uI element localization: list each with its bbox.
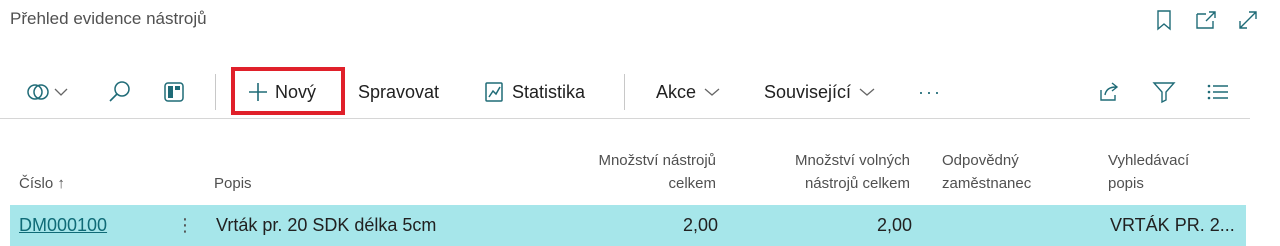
toolbar-divider: [215, 74, 216, 110]
chevron-down-icon: [704, 87, 720, 97]
bookmark-icon[interactable]: [1150, 6, 1178, 34]
new-button-highlight-box: [231, 67, 345, 115]
column-header-number[interactable]: Číslo ↑: [19, 172, 65, 195]
table-row[interactable]: DM000100 ⋮ Vrták pr. 20 SDK délka 5cm 2,…: [10, 205, 1246, 246]
action-bar: Nový Spravovat Statistika Akce Souvisejí…: [0, 66, 1250, 119]
more-options-button[interactable]: ···: [918, 66, 942, 118]
statistics-button[interactable]: Statistika: [484, 66, 585, 118]
search-description-value: VRTÁK PR. 2...: [1110, 215, 1235, 235]
page-title: Přehled evidence nástrojů: [10, 9, 207, 28]
share-button[interactable]: [1098, 66, 1122, 118]
row-actions-menu[interactable]: ⋮: [176, 205, 194, 246]
toolbar-divider: [624, 74, 625, 110]
views-menu-button[interactable]: [26, 66, 68, 118]
statistics-button-label: Statistika: [512, 81, 586, 102]
column-header-description[interactable]: Popis: [214, 172, 252, 195]
share-icon: [1098, 81, 1122, 103]
tool-description: Vrták pr. 20 SDK délka 5cm: [216, 215, 437, 235]
search-icon: [108, 80, 132, 104]
table-header: Číslo ↑ Popis Množství nástrojů celkem M…: [0, 118, 1250, 204]
filter-icon: [1152, 80, 1176, 104]
chevron-down-icon: [54, 87, 68, 97]
open-in-new-window-icon[interactable]: [1192, 6, 1220, 34]
actions-menu[interactable]: Akce: [656, 66, 720, 118]
statistics-icon: [484, 81, 504, 103]
free-tools-value: 2,00: [876, 215, 912, 235]
list-view-button[interactable]: [1206, 66, 1230, 118]
title-actions: [1150, 6, 1262, 34]
layout-button[interactable]: [163, 66, 185, 118]
layout-icon: [163, 81, 185, 103]
expand-icon[interactable]: [1234, 6, 1262, 34]
title-bar: Přehled evidence nástrojů: [0, 0, 1280, 44]
total-tools-value: 2,00: [682, 215, 718, 235]
column-header-search-description[interactable]: Vyhledávací popis: [1108, 149, 1189, 195]
filter-button[interactable]: [1152, 66, 1176, 118]
list-icon: [1206, 82, 1230, 102]
filter-views-icon: [26, 81, 52, 103]
chevron-down-icon: [859, 87, 875, 97]
related-menu[interactable]: Související: [764, 66, 875, 118]
actions-menu-label: Akce: [656, 81, 697, 102]
related-menu-label: Související: [764, 81, 852, 102]
column-header-responsible-employee[interactable]: Odpovědný zaměstnanec: [942, 149, 1031, 195]
manage-button-label: Spravovat: [358, 81, 440, 102]
column-header-total-tools[interactable]: Množství nástrojů celkem: [520, 149, 716, 195]
search-button[interactable]: [108, 66, 132, 118]
column-header-free-tools[interactable]: Množství volných nástrojů celkem: [714, 149, 910, 195]
manage-button[interactable]: Spravovat: [358, 66, 439, 118]
more-options-label: ···: [918, 81, 942, 102]
tool-number-link[interactable]: DM000100: [19, 205, 107, 246]
